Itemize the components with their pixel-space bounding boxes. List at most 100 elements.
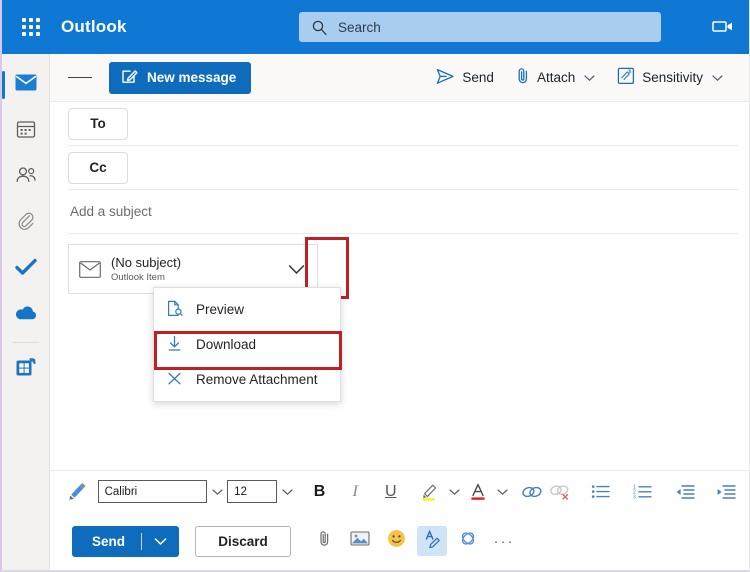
outlook-compose-window: Outlook Search New message Send Attach S… (0, 0, 750, 572)
sensitivity-label: Sensitivity (642, 70, 703, 85)
attach-button[interactable]: Attach (505, 61, 606, 94)
increase-indent-icon[interactable] (712, 477, 740, 507)
sensitivity-tag-icon (617, 67, 635, 88)
to-field-row[interactable]: To (68, 102, 738, 146)
loop-component-icon (458, 529, 478, 553)
send-options-chevron-icon[interactable] (142, 537, 179, 546)
subject-field-row[interactable]: Add a subject (68, 190, 738, 234)
insert-picture-icon (350, 530, 370, 552)
discard-button[interactable]: Discard (195, 525, 292, 557)
paperclip-icon (16, 210, 36, 237)
chevron-down-icon (712, 70, 723, 85)
cloud-icon (14, 305, 38, 326)
apps-grid-icon (15, 357, 37, 383)
preview-document-icon (166, 300, 183, 320)
more-options-button[interactable]: ··· (489, 526, 519, 556)
left-navigation-rail (2, 54, 50, 570)
search-placeholder-text: Search (338, 19, 381, 35)
new-message-label: New message (147, 70, 237, 85)
discard-label: Discard (218, 533, 268, 549)
menu-item-download[interactable]: Download (154, 327, 340, 362)
formatting-options-button[interactable] (417, 526, 448, 556)
envelope-icon (69, 260, 111, 278)
emoji-smiley-icon (387, 529, 406, 553)
more-options-icon: ··· (493, 532, 515, 550)
calendar-icon (16, 119, 36, 144)
compose-insert-icons: ··· (309, 526, 519, 556)
people-icon (15, 166, 37, 189)
highlight-chevron-icon[interactable] (444, 488, 464, 496)
font-size-chevron-icon[interactable] (277, 488, 297, 496)
numbered-list-icon[interactable]: 1 2 3 (629, 477, 657, 507)
svg-text:3: 3 (633, 494, 636, 499)
italic-button[interactable]: I (341, 477, 369, 507)
sidebar-item-apps[interactable] (2, 347, 50, 393)
bottom-action-bar: Send Discard ··· (50, 512, 749, 570)
bulleted-list-icon[interactable] (587, 477, 615, 507)
compose-actions-group: Send Attach Sensitivity (425, 61, 734, 94)
bold-button[interactable]: B (306, 477, 334, 507)
loop-component-button[interactable] (453, 526, 483, 556)
menu-item-preview[interactable]: Preview (154, 292, 340, 327)
envelope-icon (15, 74, 37, 96)
font-color-icon[interactable] (464, 477, 492, 507)
menu-item-label: Download (196, 337, 257, 352)
attach-file-button[interactable] (309, 526, 339, 556)
download-arrow-icon (166, 335, 183, 355)
send-label: Send (92, 533, 126, 549)
font-size-input[interactable]: 12 (227, 480, 278, 503)
menu-item-label: Remove Attachment (196, 372, 318, 387)
to-button[interactable]: To (68, 107, 128, 140)
rail-divider (12, 342, 39, 343)
new-message-button[interactable]: New message (109, 61, 252, 94)
font-family-chevron-icon[interactable] (207, 488, 227, 496)
send-label: Send (462, 70, 494, 85)
subject-placeholder: Add a subject (70, 204, 152, 219)
insert-link-icon[interactable] (518, 477, 546, 507)
text-highlight-icon[interactable] (417, 477, 445, 507)
cc-button[interactable]: Cc (68, 151, 128, 184)
italic-label: I (352, 482, 358, 500)
send-button[interactable]: Send (425, 62, 505, 94)
search-icon (311, 19, 328, 36)
menu-item-remove-attachment[interactable]: Remove Attachment (154, 362, 340, 397)
font-color-chevron-icon[interactable] (492, 488, 512, 496)
sidebar-item-people[interactable] (2, 154, 50, 200)
paperclip-icon (318, 530, 331, 553)
attach-label: Attach (536, 70, 576, 85)
sidebar-item-mail[interactable] (2, 62, 50, 108)
compose-icon (121, 68, 138, 88)
sidebar-item-files[interactable] (2, 200, 50, 246)
video-camera-icon[interactable] (711, 16, 735, 36)
hamburger-menu-icon[interactable] (68, 66, 92, 90)
emoji-button[interactable] (381, 526, 411, 556)
close-x-icon (166, 370, 183, 390)
font-family-value: Calibri (104, 485, 138, 498)
font-size-value: 12 (234, 485, 247, 498)
remove-link-icon[interactable] (546, 477, 574, 507)
format-painter-icon[interactable] (64, 477, 92, 507)
insert-picture-button[interactable] (345, 526, 375, 556)
font-family-input[interactable]: Calibri (97, 480, 207, 503)
attachment-area: (No subject) Outlook Item Preview Downlo… (50, 234, 749, 402)
menu-item-label: Preview (196, 302, 245, 317)
sensitivity-button[interactable]: Sensitivity (606, 61, 734, 94)
underline-button[interactable]: U (377, 477, 405, 507)
underline-label: U (384, 482, 397, 500)
app-title: Outlook (61, 17, 127, 36)
attachment-chevron-button[interactable] (275, 245, 317, 293)
cc-label: Cc (89, 160, 107, 175)
search-input[interactable]: Search (299, 12, 661, 42)
sidebar-item-to-do[interactable] (2, 246, 50, 292)
sidebar-item-onedrive[interactable] (2, 292, 50, 338)
attachment-text: (No subject) Outlook Item (111, 255, 181, 284)
app-launcher-icon[interactable] (14, 10, 48, 44)
chevron-down-icon (584, 70, 595, 85)
sidebar-item-calendar[interactable] (2, 108, 50, 154)
send-split-button[interactable]: Send (72, 525, 180, 557)
cc-field-row[interactable]: Cc (68, 146, 738, 190)
top-header-bar: Outlook Search (2, 0, 749, 54)
decrease-indent-icon[interactable] (671, 477, 699, 507)
attachment-context-menu: Preview Download Remove Attachment (153, 287, 342, 402)
formatting-options-icon (422, 529, 442, 553)
